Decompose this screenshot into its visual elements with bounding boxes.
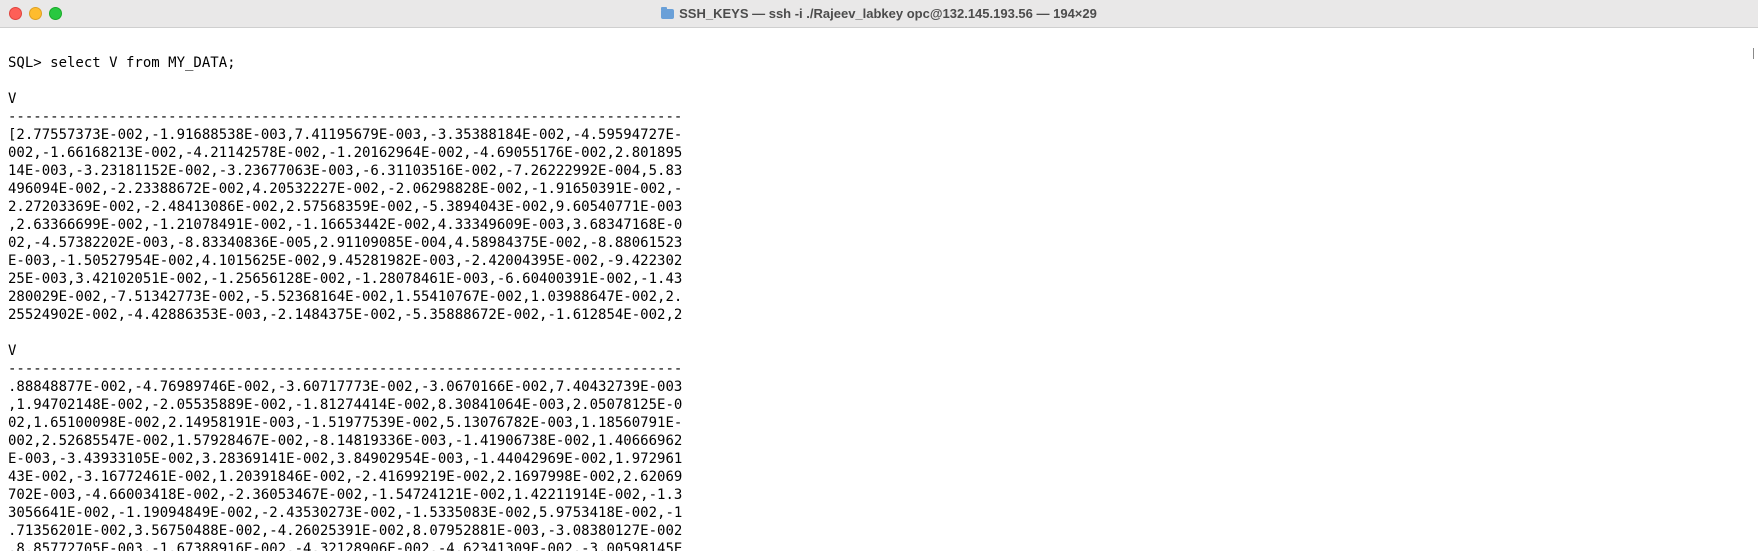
terminal-line: ,1.94702148E-002,-2.05535889E-002,-1.812…: [8, 397, 683, 413]
terminal-line: 3056641E-002,-1.19094849E-002,-2.4353027…: [8, 505, 683, 521]
terminal-line: ----------------------------------------…: [8, 109, 683, 125]
window-title: SSH_KEYS — ssh -i ./Rajeev_labkey opc@13…: [0, 0, 1758, 28]
terminal-output[interactable]: SQL> select V from MY_DATA; V ------------…: [8, 36, 1748, 551]
terminal-line: ,2.63366699E-002,-1.21078491E-002,-1.166…: [8, 217, 683, 233]
terminal-line: E-003,-3.43933105E-002,3.28369141E-002,3…: [8, 451, 683, 467]
title-bar[interactable]: × SSH_KEYS — ssh -i ./Rajeev_labkey opc@…: [0, 0, 1758, 28]
terminal-line: [2.77557373E-002,-1.91688538E-003,7.4119…: [8, 127, 683, 143]
terminal-line: .88848877E-002,-4.76989746E-002,-3.60717…: [8, 379, 683, 395]
window-title-text: SSH_KEYS — ssh -i ./Rajeev_labkey opc@13…: [679, 6, 1097, 21]
terminal-line: 2.27203369E-002,-2.48413086E-002,2.57568…: [8, 199, 683, 215]
terminal-line: 002,2.52685547E-002,1.57928467E-002,-8.1…: [8, 433, 683, 449]
terminal-line: 496094E-002,-2.23388672E-002,4.20532227E…: [8, 181, 683, 197]
terminal-line: 25524902E-002,-4.42886353E-003,-2.148437…: [8, 307, 683, 323]
folder-icon: [661, 7, 675, 19]
terminal-line: 02,-4.57382202E-003,-8.83340836E-005,2.9…: [8, 235, 683, 251]
terminal-line: SQL> select V from MY_DATA;: [8, 55, 236, 71]
terminal-line: 002,-1.66168213E-002,-4.21142578E-002,-1…: [8, 145, 683, 161]
terminal-line: 280029E-002,-7.51342773E-002,-5.52368164…: [8, 289, 683, 305]
scroll-marker: [1753, 48, 1754, 59]
terminal-line: .71356201E-002,3.56750488E-002,-4.260253…: [8, 523, 683, 539]
terminal-line: 43E-002,-3.16772461E-002,1.20391846E-002…: [8, 469, 683, 485]
terminal-line: 25E-003,3.42102051E-002,-1.25656128E-002…: [8, 271, 683, 287]
terminal-line: 702E-003,-4.66003418E-002,-2.36053467E-0…: [8, 487, 683, 503]
terminal-line: 02,1.65100098E-002,2.14958191E-003,-1.51…: [8, 415, 683, 431]
terminal-window: × SSH_KEYS — ssh -i ./Rajeev_labkey opc@…: [0, 0, 1758, 556]
terminal-line: ----------------------------------------…: [8, 361, 683, 377]
terminal-line: V: [8, 343, 17, 359]
terminal-line: V: [8, 91, 17, 107]
terminal-line: ,8.85772705E-003,-1.67388916E-002,-4.321…: [8, 541, 683, 551]
terminal-line: 14E-003,-3.23181152E-002,-3.23677063E-00…: [8, 163, 683, 179]
terminal-line: E-003,-1.50527954E-002,4.1015625E-002,9.…: [8, 253, 683, 269]
